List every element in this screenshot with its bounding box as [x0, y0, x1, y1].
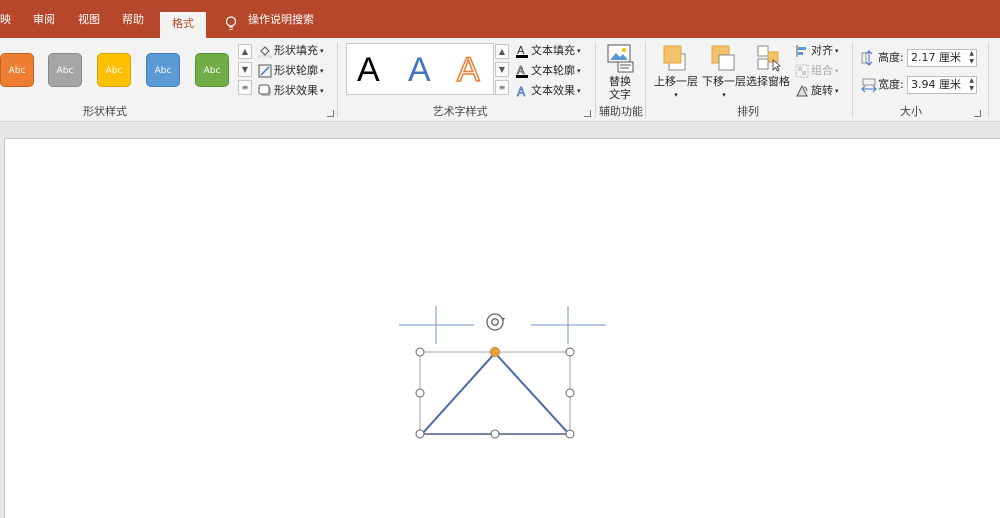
text-outline-icon: A [516, 64, 528, 78]
group-divider [337, 42, 338, 118]
text-effects-button[interactable]: A 文本效果 ▾ [515, 82, 581, 100]
text-fill-button[interactable]: A 文本填充 ▾ [515, 42, 581, 60]
tab-help[interactable]: 帮助 [122, 10, 144, 30]
bring-forward-label: 上移一层 [654, 75, 698, 88]
svg-text:A: A [517, 85, 526, 98]
lightbulb-icon [225, 16, 237, 31]
rotate-button[interactable]: 旋转 ▾ [795, 82, 839, 100]
alt-text-button[interactable]: 替换 文字 [600, 42, 640, 102]
group-objects-label: 组合 [811, 64, 833, 77]
alt-text-icon [607, 44, 634, 73]
send-backward-label: 下移一层 [702, 75, 746, 88]
size-group-label: 大小 [900, 105, 922, 118]
wordart-sample-blue[interactable]: A [408, 48, 431, 92]
selection-pane-button[interactable]: 选择窗格 [746, 42, 792, 92]
pen-outline-icon [258, 64, 272, 78]
wordart-sample-black[interactable]: A [357, 48, 380, 92]
size-dialog-launcher[interactable] [974, 110, 981, 117]
tell-me-search[interactable]: 操作说明搜索 [248, 10, 314, 30]
shape-effects-button[interactable]: 形状效果 ▾ [258, 82, 324, 100]
shape-style-blue[interactable]: Abc [146, 53, 180, 87]
rotate-icon [796, 84, 808, 97]
text-outline-button[interactable]: A 文本轮廓 ▾ [515, 62, 581, 80]
slide-canvas[interactable] [4, 138, 1000, 518]
shape-effects-icon [258, 84, 271, 96]
wordart-dialog-launcher[interactable] [584, 110, 591, 117]
text-fill-label: 文本填充 [531, 44, 575, 57]
group-divider [645, 42, 646, 118]
tab-format[interactable]: 格式 [160, 12, 206, 38]
group-divider [988, 42, 989, 118]
shape-fill-label: 形状填充 [274, 44, 318, 57]
chevron-down-icon: ▾ [674, 91, 678, 99]
alt-text-label-line2: 文字 [609, 88, 631, 101]
group-divider [852, 42, 853, 118]
gallery-more-button[interactable]: ≡ [238, 80, 252, 95]
send-backward-button[interactable]: 下移一层 ▾ [700, 42, 746, 104]
shape-effects-label: 形状效果 [274, 84, 318, 97]
width-spinner-arrows[interactable]: ▲ ▼ [969, 77, 974, 93]
tab-review[interactable]: 审阅 [33, 10, 55, 30]
selection-pane-icon [757, 45, 781, 72]
powerpoint-window: 映 审阅 视图 帮助 格式 操作说明搜索 Abc Abc Abc Abc Abc… [0, 0, 1000, 518]
wordart-gallery: A A A [346, 43, 494, 95]
tab-slideshow-partial[interactable]: 映 [0, 10, 11, 30]
rotate-label: 旋转 [811, 84, 833, 97]
chevron-down-icon: ▾ [722, 91, 726, 99]
text-fill-icon: A [516, 44, 528, 58]
width-label: 宽度: [878, 78, 904, 91]
selection-pane-label: 选择窗格 [746, 75, 790, 88]
shape-style-gray[interactable]: Abc [48, 53, 82, 87]
align-label: 对齐 [811, 44, 833, 57]
wordart-styles-group-label: 艺术字样式 [432, 105, 488, 118]
shape-fill-button[interactable]: 形状填充 ▾ [258, 42, 324, 60]
wordart-gallery-down-button[interactable]: ▼ [495, 62, 509, 77]
shape-style-green[interactable]: Abc [195, 53, 229, 87]
text-effects-icon: A [517, 85, 527, 98]
tab-view[interactable]: 视图 [78, 10, 100, 30]
shape-styles-dialog-launcher[interactable] [327, 110, 334, 117]
wordart-gallery-up-button[interactable]: ▲ [495, 44, 509, 59]
send-backward-icon [711, 45, 735, 71]
bring-forward-button[interactable]: 上移一层 ▾ [652, 42, 698, 104]
gallery-down-button[interactable]: ▼ [238, 62, 252, 77]
height-label: 高度: [878, 51, 904, 64]
height-spinner-arrows[interactable]: ▲ ▼ [969, 50, 974, 66]
height-input[interactable]: 2.17 厘米 ▲ ▼ [907, 49, 977, 67]
bring-forward-icon [663, 45, 686, 71]
align-icon [796, 45, 806, 57]
accessibility-group-label: 辅助功能 [599, 105, 643, 118]
width-value: 3.94 厘米 [911, 78, 961, 91]
shape-style-orange[interactable]: Abc [0, 53, 34, 87]
wordart-sample-orange-outline[interactable]: A [456, 48, 480, 92]
arrange-group-label: 排列 [737, 105, 759, 118]
text-outline-label: 文本轮廓 [531, 64, 575, 77]
wordart-gallery-more-button[interactable]: ≡ [495, 80, 509, 95]
alt-text-label-line1: 替换 [609, 75, 631, 88]
align-button[interactable]: 对齐 ▾ [795, 42, 839, 60]
paint-bucket-icon [258, 46, 272, 58]
slide-workspace [0, 123, 1000, 518]
shape-width-icon [861, 78, 877, 93]
ribbon: Abc Abc Abc Abc Abc ▲ ▼ ≡ 形状填充▾ 形状轮廓▾ [0, 38, 1000, 122]
shape-outline-button[interactable]: 形状轮廓 ▾ [258, 62, 324, 80]
shape-height-icon [861, 50, 873, 66]
text-effects-label: 文本效果 [531, 84, 575, 97]
ribbon-tab-bar: 映 审阅 视图 帮助 格式 操作说明搜索 [0, 0, 1000, 38]
group-objects-icon [795, 64, 809, 78]
height-value: 2.17 厘米 [911, 51, 961, 64]
shape-styles-group-label: 形状样式 [83, 105, 127, 118]
gallery-up-button[interactable]: ▲ [238, 44, 252, 59]
group-objects-button[interactable]: 组合 ▾ [795, 62, 839, 80]
shape-outline-label: 形状轮廓 [274, 64, 318, 77]
shape-style-gold[interactable]: Abc [97, 53, 131, 87]
width-input[interactable]: 3.94 厘米 ▲ ▼ [907, 76, 977, 94]
